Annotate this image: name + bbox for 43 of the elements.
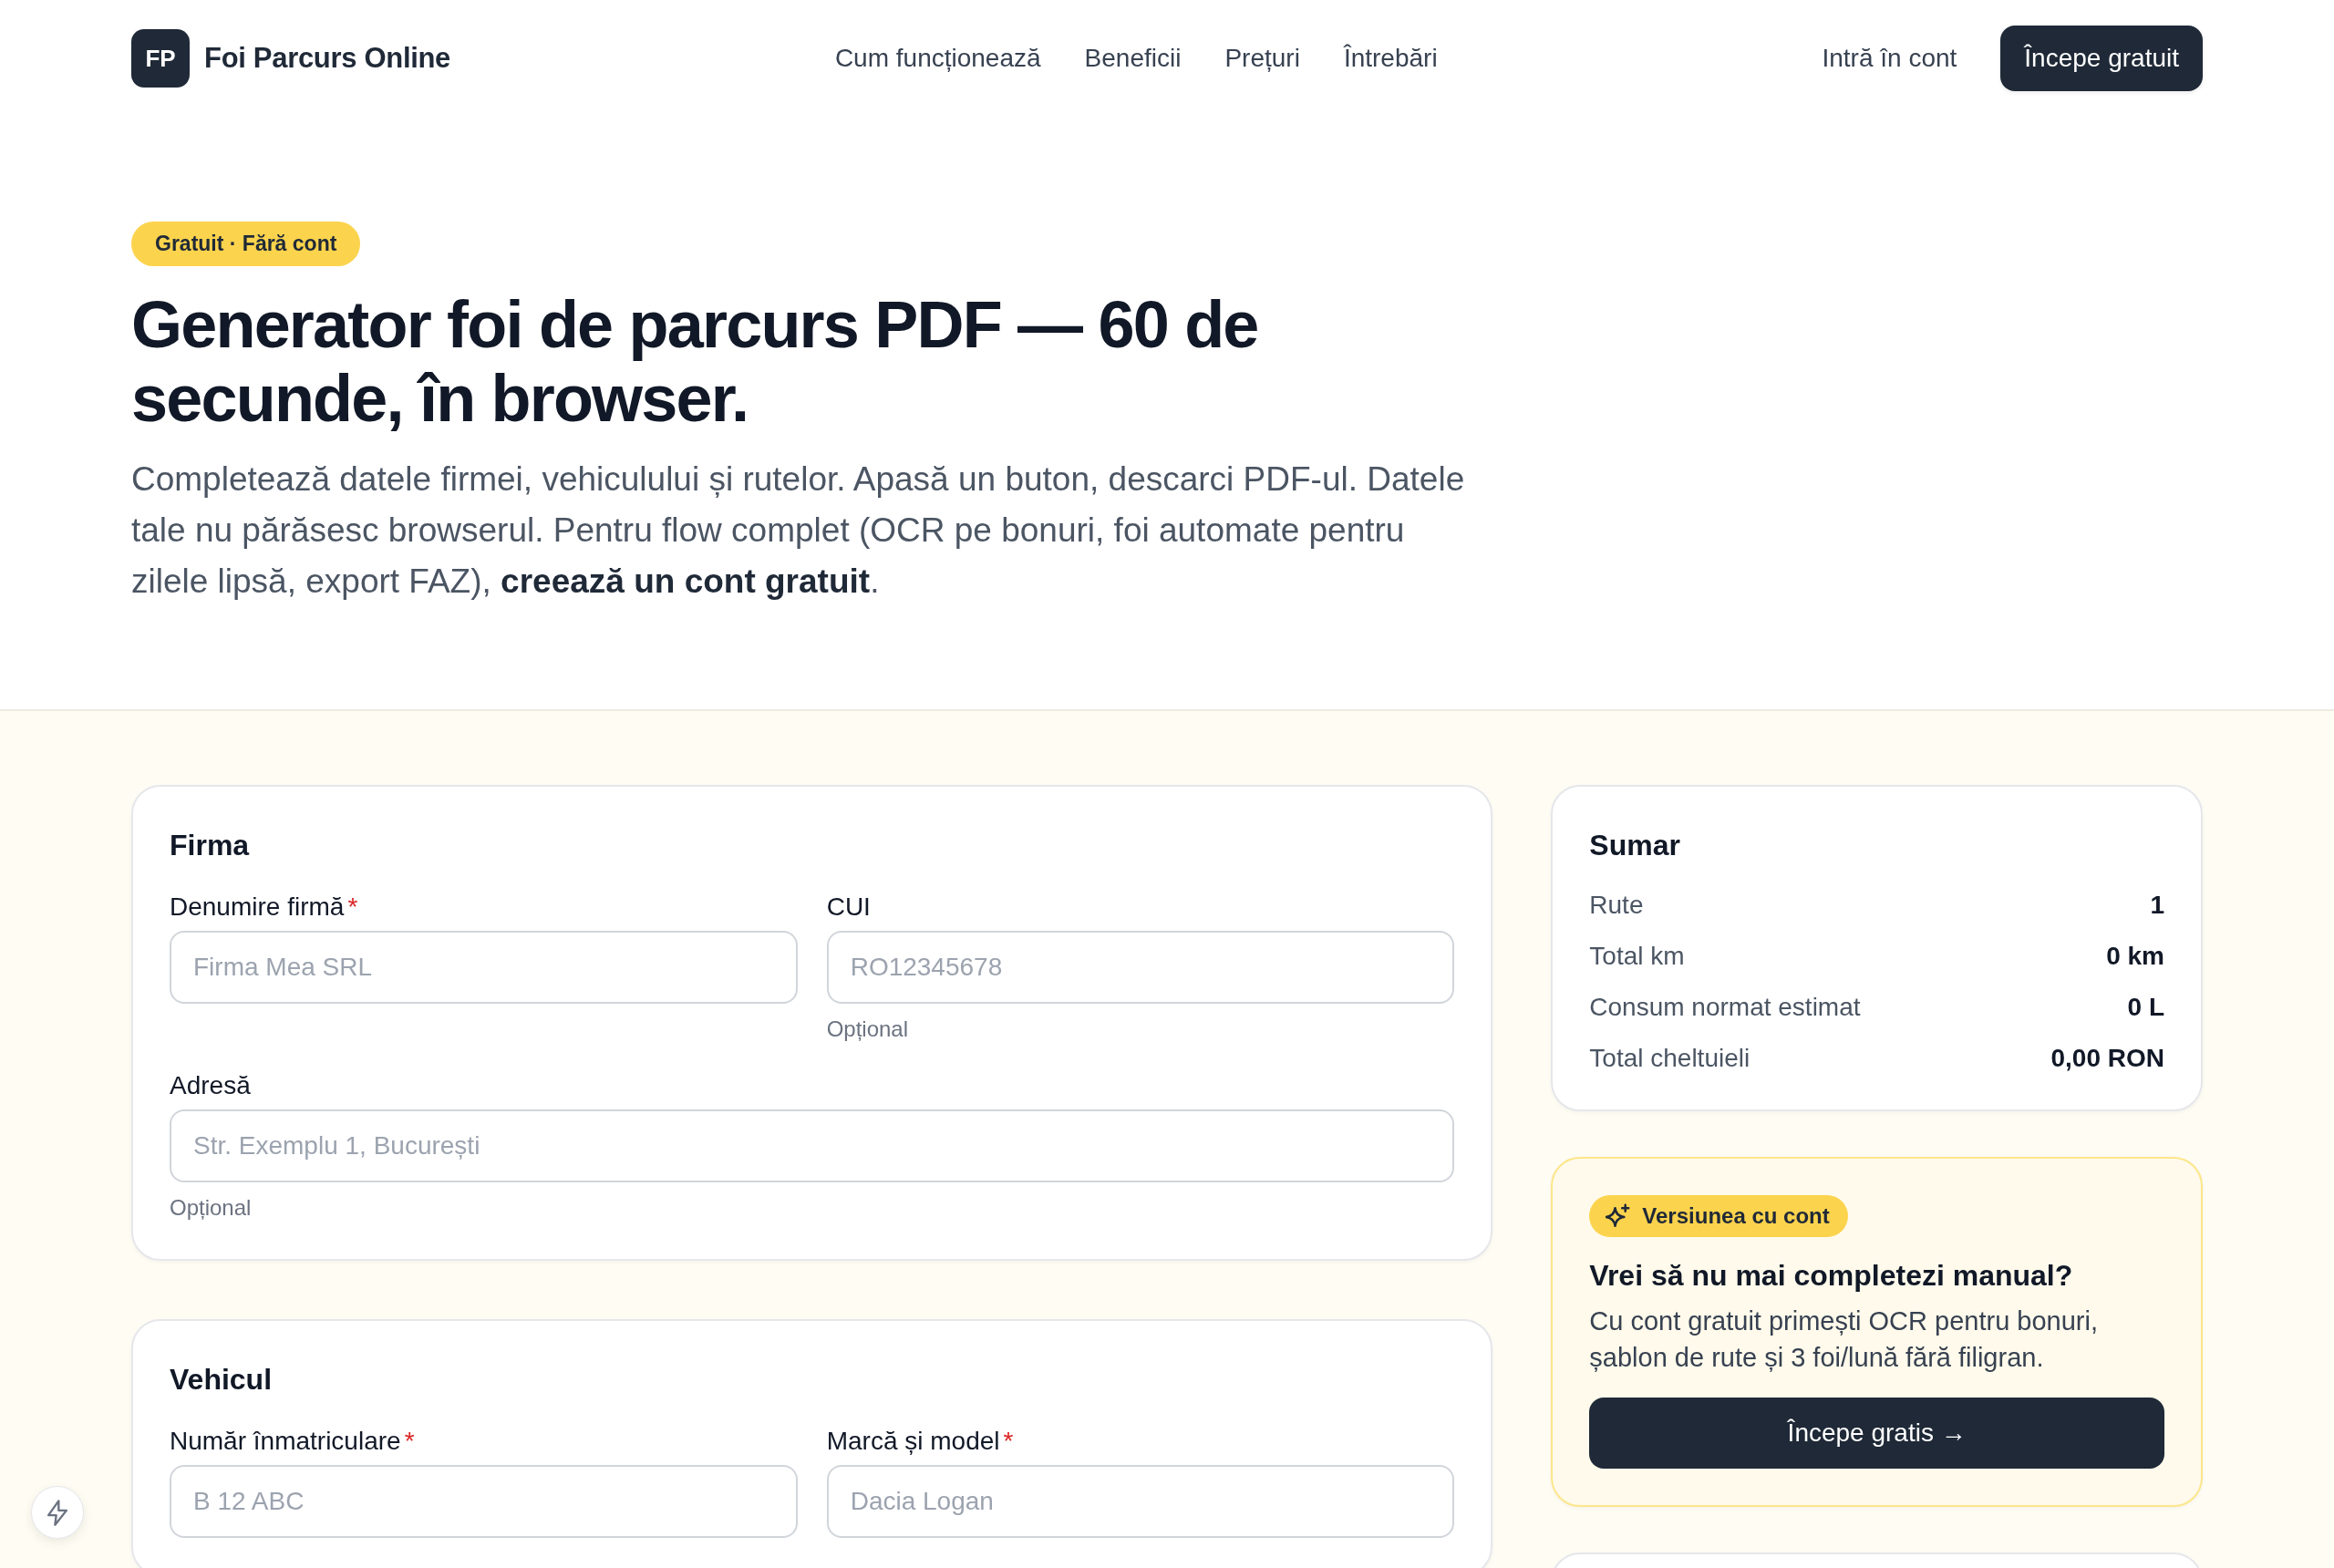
- promo-title: Vrei să nu mai completezi manual?: [1589, 1258, 2074, 1294]
- start-button[interactable]: Începe gratuit: [2000, 26, 2203, 91]
- hero-description: Completează datele firmei, vehiculului și rutelor. Apasă un buton, descarci PDF-ul. Datele tale nu părăsesc browserul. Pentru flow complet (OCR pe bonuri, foi automate pentru zilele lipsă, export FAZ), creează un cont gratuit.: [131, 459, 1466, 602]
- field-label: Denumire firmă: [170, 892, 345, 923]
- badge-label: Versiunea cu cont: [1642, 1202, 1830, 1230]
- text-input[interactable]: RO12345678: [826, 931, 1455, 1004]
- summary-label: Total km: [1589, 941, 1685, 972]
- brand-name[interactable]: Foi Parcurs Online: [204, 42, 451, 75]
- nav-link[interactable]: Cum funcționează: [834, 42, 1041, 75]
- field-label: CUI: [826, 892, 871, 923]
- page-title: Generator foi de parcurs PDF — 60 de secunde, în browser.: [131, 288, 1259, 436]
- text-input[interactable]: Dacia Logan: [826, 1465, 1455, 1538]
- promo-text: Cu cont gratuit primești OCR pentru bonuri, șablon de rute și 3 foi/lună fără filigran.: [1589, 1305, 2099, 1374]
- summary-label: Total cheltuieli: [1589, 1043, 1750, 1074]
- card-title: Vehicul: [170, 1362, 274, 1398]
- text-input[interactable]: Str. Exemplu 1, București: [170, 1109, 1455, 1182]
- required-mark: *: [1003, 1426, 1014, 1457]
- text-input[interactable]: B 12 ABC: [170, 1465, 798, 1538]
- summary-value: 1: [2150, 890, 2164, 921]
- lightning-icon: [46, 1499, 68, 1526]
- card-title: Sumar: [1589, 828, 1681, 863]
- summary-label: Rute: [1589, 890, 1644, 921]
- nav-link[interactable]: Întrebări: [1343, 42, 1438, 75]
- start-free-button[interactable]: Începe gratis →: [1589, 1398, 2164, 1469]
- summary-value: 0 km: [2106, 941, 2164, 972]
- text-input[interactable]: Firma Mea SRL: [170, 931, 798, 1004]
- required-mark: *: [404, 1426, 415, 1457]
- field-label: Marcă și model: [826, 1426, 1000, 1457]
- field-label: Număr înmatriculare: [170, 1426, 401, 1457]
- summary-value: 0 L: [2127, 992, 2164, 1023]
- nav-link[interactable]: Prețuri: [1224, 42, 1300, 75]
- badge: Gratuit · Fără cont: [131, 222, 361, 266]
- summary-value: 0,00 RON: [2050, 1043, 2164, 1074]
- sparkle-icon: [1606, 1203, 1632, 1229]
- card-title: Firma: [170, 828, 251, 863]
- logo[interactable]: FP: [131, 29, 190, 88]
- nav-link[interactable]: Beneficii: [1084, 42, 1182, 75]
- login-link[interactable]: Intră în cont: [1822, 42, 1957, 75]
- field-label: Adresă: [170, 1070, 251, 1101]
- required-mark: *: [347, 892, 358, 923]
- field-hint: Opțional: [826, 1016, 909, 1043]
- field-hint: Opțional: [170, 1194, 252, 1222]
- summary-label: Consum normat estimat: [1589, 992, 1861, 1023]
